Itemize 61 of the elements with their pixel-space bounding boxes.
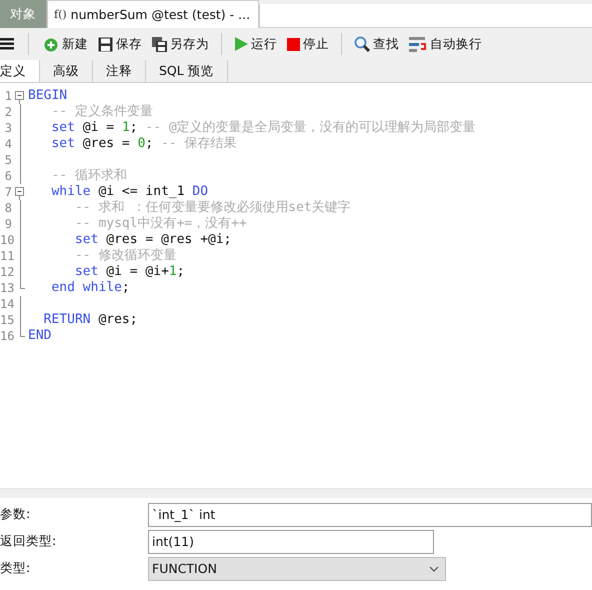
line-number: 13 (0, 280, 12, 296)
field-label: 类型: (0, 560, 32, 577)
code-line: -- 定义条件变量 (50, 104, 153, 120)
code-line: set @i = 1; -- @定义的变量是全局变量，没有的可以理解为局部变量 (50, 120, 476, 136)
new-button[interactable]: 新建 (37, 34, 92, 54)
code-line: set @res = @res +@i; (74, 232, 232, 248)
field-label: 参数: (0, 506, 32, 523)
line-number: 16 (0, 328, 12, 344)
code-line: -- 求和 ：任何变量要修改必须使用set关键字 (74, 200, 351, 216)
input-field[interactable]: int(11) (148, 530, 434, 554)
code-line: BEGIN (28, 88, 68, 104)
field-label: 返回类型: (0, 533, 58, 550)
stop-button[interactable]: 停止 (283, 34, 333, 54)
line-number: 4 (4, 136, 12, 152)
save-button[interactable]: 保存 (94, 34, 146, 54)
line-number: 5 (4, 152, 12, 168)
line-number: 9 (4, 216, 12, 232)
floppy-icon (98, 36, 113, 52)
code-line: set @res = 0; -- 保存结果 (50, 136, 237, 152)
fold-toggle-icon[interactable] (15, 184, 25, 200)
menu-icon (0, 38, 14, 50)
line-number: 15 (0, 312, 12, 328)
line-number: 6 (4, 168, 12, 184)
find-button[interactable]: 查找 (350, 34, 403, 54)
line-number: 7 (4, 184, 12, 200)
line-number: 2 (4, 104, 12, 120)
line-number: 12 (0, 264, 12, 280)
code-line: -- 循环求和 (50, 168, 127, 184)
line-number: 1 (4, 88, 12, 104)
code-line: while @i <= int_1 DO (50, 184, 208, 200)
fold-end-mark (20, 280, 24, 289)
editor-tab[interactable]: 高级 (40, 60, 93, 82)
line-number: 3 (4, 120, 12, 136)
function-icon: f() (54, 8, 67, 21)
floppy-stack-icon (152, 36, 167, 52)
line-number: 10 (0, 232, 12, 248)
wrap-button[interactable]: 自动换行 (405, 34, 486, 54)
line-number: 11 (0, 248, 12, 264)
editor-tab[interactable]: 注释 (93, 60, 146, 82)
input-field[interactable]: `int_1` int (148, 502, 592, 526)
run-button[interactable]: 运行 (230, 34, 281, 54)
fold-toggle-icon[interactable] (15, 88, 25, 104)
fold-end-mark (20, 328, 24, 337)
code-line: -- mysql中没有+=，没有++ (74, 216, 247, 232)
editor-tab[interactable]: SQL 预览 (146, 60, 228, 82)
code-line: set @i = @i+1; (74, 264, 185, 280)
document-tab[interactable]: f() numberSum @test (test) - ... (47, 0, 260, 28)
code-line: -- 修改循环变量 (74, 248, 176, 264)
line-number: 14 (0, 296, 12, 312)
code-line: RETURN @res; (42, 312, 138, 328)
type-dropdown[interactable]: FUNCTION (148, 556, 446, 580)
wrap-lines-icon (409, 36, 427, 52)
code-line: end while; (50, 280, 130, 296)
code-line: END (28, 328, 52, 344)
search-icon (354, 36, 370, 52)
play-icon (234, 37, 248, 51)
line-number: 8 (4, 200, 12, 216)
editor-tab[interactable]: 定义 (0, 60, 40, 82)
stop-icon (287, 38, 300, 50)
chevron-down-icon (429, 566, 439, 572)
saveas-button[interactable]: 另存为 (148, 34, 213, 54)
